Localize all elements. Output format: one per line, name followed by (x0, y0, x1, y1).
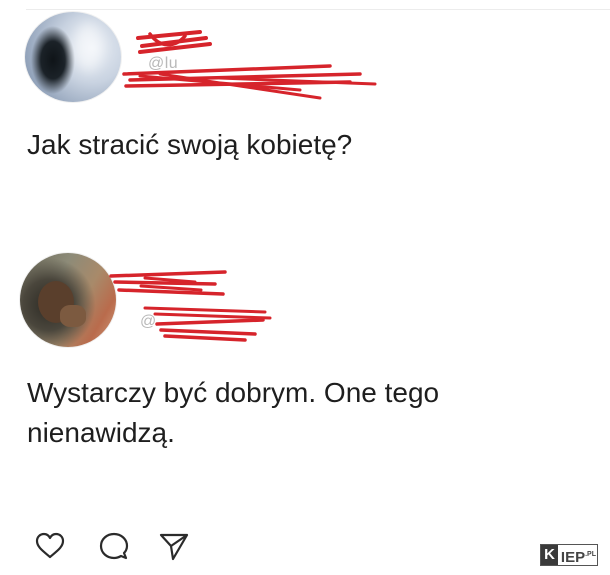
redacted-author-name (109, 270, 272, 342)
avatar-hand (60, 305, 86, 327)
watermark-text: IEP.PL (557, 545, 597, 566)
avatar[interactable] (20, 253, 116, 347)
post-text: Wystarczy być dobrym. One tego nienawidz… (27, 377, 440, 448)
watermark-suffix: .PL (585, 551, 596, 558)
share-button[interactable] (156, 528, 192, 564)
redacted-author-name (122, 30, 377, 100)
like-button[interactable] (32, 528, 68, 564)
comment-bubble-icon (99, 532, 129, 560)
heart-outline-icon (35, 532, 65, 559)
post-answer: @ Wystarczy być dobrym. One tego nienawi… (0, 240, 610, 500)
watermark-main: IEP (560, 549, 586, 566)
kiep-watermark-logo: K IEP.PL (540, 544, 598, 566)
comment-button[interactable] (96, 528, 132, 564)
post-text: Jak stracić swoją kobietę? (27, 129, 353, 160)
avatar-highlight (73, 22, 103, 72)
avatar[interactable] (25, 12, 121, 102)
watermark-k: K (541, 545, 558, 565)
paper-plane-icon (159, 533, 189, 561)
post-question: @lu Jak stracić swoją kobietę? (0, 0, 610, 200)
